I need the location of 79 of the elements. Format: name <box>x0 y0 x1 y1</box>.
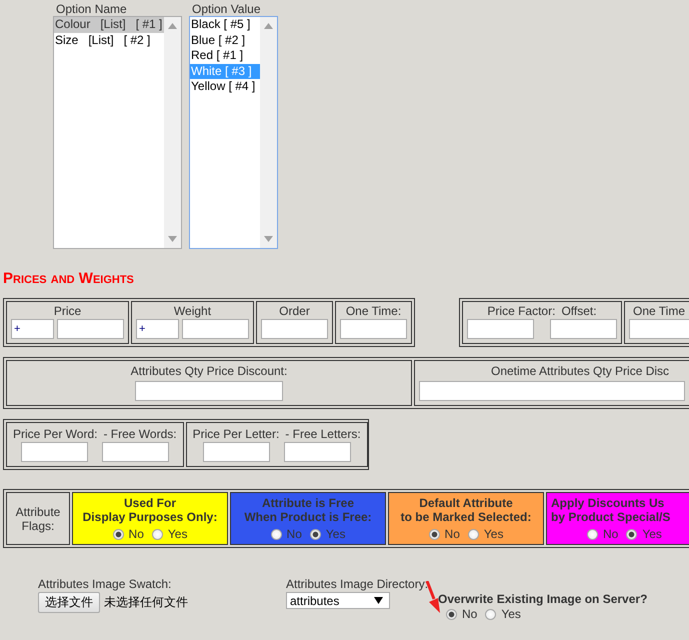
radio-button[interactable] <box>428 528 440 540</box>
radio-label: Yes <box>501 607 521 621</box>
field-label: - Free Letters: <box>285 427 361 442</box>
text-input[interactable] <box>467 319 534 339</box>
text-input[interactable] <box>629 319 689 339</box>
radio-button[interactable] <box>446 608 457 620</box>
field-label: Weight <box>174 304 212 319</box>
radio-button[interactable] <box>270 528 282 540</box>
option-listbox[interactable]: Colour [List] [ #1 ] Size [List] [ #2 ] <box>53 16 182 249</box>
radio-button[interactable] <box>587 528 598 540</box>
field-label: Order <box>279 304 310 319</box>
text-input[interactable] <box>340 319 407 339</box>
radio-label: Yes <box>642 527 662 541</box>
radio-button[interactable] <box>310 528 321 540</box>
radio-label: No <box>444 527 460 541</box>
field-label: Price Per Word: <box>13 427 98 442</box>
text-input[interactable] <box>284 442 351 462</box>
directory-select[interactable]: attributes <box>286 592 390 609</box>
radio-label: Yes <box>326 527 346 541</box>
list-option[interactable]: Size [List] [ #2 ] <box>54 32 164 48</box>
radio-label: Yes <box>168 527 188 541</box>
list-option[interactable]: Yellow [ #4 ] <box>190 79 260 94</box>
overwrite-label: Overwrite Existing Image on Server? <box>438 592 648 606</box>
field-label: Attributes Qty Price Discount: <box>130 364 288 379</box>
scroll-down-icon[interactable] <box>264 236 273 242</box>
text-input[interactable]: + <box>11 319 54 339</box>
field-label: Offset: <box>561 304 597 319</box>
flag-title: Attribute is Free <box>262 496 354 510</box>
flag-title: Default Attribute <box>419 496 513 510</box>
text-input[interactable] <box>202 442 270 462</box>
flag-title: Apply Discounts Us <box>551 496 664 510</box>
directory-label: Attributes Image Directory: <box>286 577 430 591</box>
text-input[interactable] <box>261 319 328 339</box>
radio-button[interactable] <box>485 608 496 620</box>
field-label: Price <box>54 304 82 319</box>
radio-label: No <box>128 527 144 541</box>
radio-label: No <box>286 527 302 541</box>
text-input[interactable] <box>550 319 617 339</box>
listbox-label: Option Value <box>191 3 262 16</box>
list-option[interactable]: Black [ #5 ] <box>190 17 260 32</box>
field-label: - Free Words: <box>103 427 177 442</box>
radio-button[interactable] <box>152 528 163 540</box>
flag-title: by Product Special/S <box>551 510 670 524</box>
text-input[interactable] <box>182 319 249 339</box>
flag-title: When Product is Free: <box>244 510 372 524</box>
field-label: One Time: <box>346 304 402 319</box>
section-title: Prices and Weights <box>3 270 135 287</box>
scroll-down-icon[interactable] <box>168 236 177 242</box>
radio-label: Yes <box>484 527 504 541</box>
option-listbox[interactable]: Black [ #5 ] Blue [ #2 ] Red [ #1 ] White [ #3 ] Yellow [ #4 ] <box>189 16 278 249</box>
list-option[interactable]: Colour [List] [ #1 ] <box>54 17 164 32</box>
scroll-up-icon[interactable] <box>168 23 177 29</box>
scroll-up-icon[interactable] <box>264 23 273 29</box>
text-input[interactable] <box>419 381 685 401</box>
flags-label: Attribute Flags: <box>14 504 62 532</box>
listbox-label: Option Name <box>55 3 128 16</box>
text-input[interactable] <box>20 442 88 462</box>
flag-title: Display Purposes Only: <box>82 510 218 524</box>
radio-button[interactable] <box>112 528 124 540</box>
field-label: Onetime Attributes Qty Price Disc <box>491 364 670 379</box>
radio-label: No <box>603 527 618 541</box>
radio-button[interactable] <box>468 528 479 540</box>
radio-label: No <box>462 607 478 621</box>
field-label: One Time <box>633 304 686 319</box>
radio-button[interactable] <box>626 528 638 540</box>
list-option[interactable]: Red [ #1 ] <box>190 48 260 64</box>
dropdown-caret-icon <box>374 597 383 604</box>
file-status: 未选择任何文件 <box>104 594 188 611</box>
list-option[interactable]: Blue [ #2 ] <box>190 32 260 48</box>
flag-title: Used For <box>124 496 176 510</box>
text-input[interactable] <box>135 381 283 401</box>
field-label: Price Per Letter: <box>192 427 280 442</box>
text-input[interactable] <box>102 442 169 462</box>
swatch-label: Attributes Image Swatch: <box>38 577 172 591</box>
flag-title: to be Marked Selected: <box>400 510 532 524</box>
text-input[interactable] <box>57 319 124 339</box>
field-label: Price Factor: <box>487 304 556 319</box>
choose-file-button[interactable]: 选择文件 <box>38 592 100 613</box>
text-input[interactable]: + <box>136 319 179 339</box>
